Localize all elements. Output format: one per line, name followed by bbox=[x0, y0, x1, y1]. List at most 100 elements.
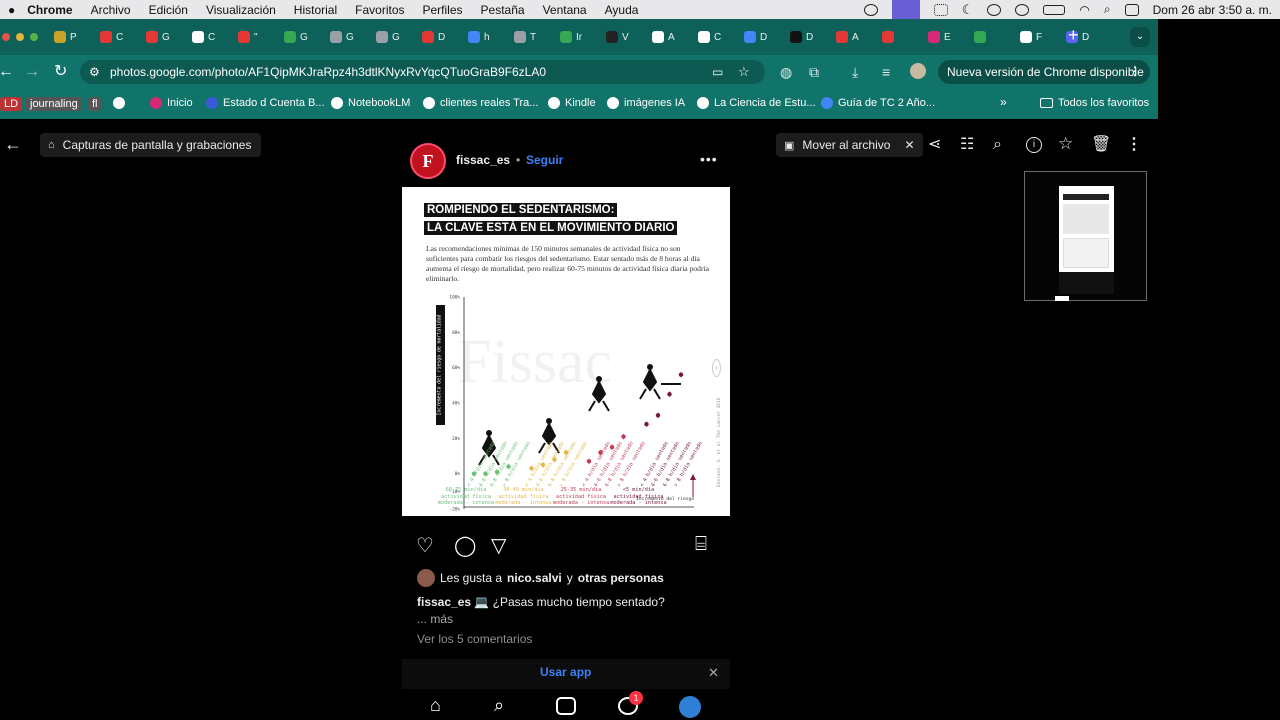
browser-tab[interactable]: G bbox=[330, 27, 354, 47]
browser-tab[interactable]: V bbox=[606, 27, 629, 47]
browser-tab[interactable]: E bbox=[928, 27, 951, 47]
trash-icon[interactable]: 🗑 bbox=[1091, 137, 1111, 153]
browser-tab[interactable]: h bbox=[468, 27, 490, 47]
menu-perfiles[interactable]: Perfiles bbox=[423, 3, 463, 17]
minimize-window-icon[interactable] bbox=[16, 33, 24, 41]
chrome-update-button[interactable]: Nueva versión de Chrome disponible ⋮ bbox=[938, 60, 1150, 84]
search-icon[interactable]: ⌕ bbox=[1104, 2, 1111, 17]
bookmark-item[interactable]: Estado d Cuenta B... bbox=[206, 97, 325, 109]
share-icon[interactable]: ⋖ bbox=[928, 137, 941, 153]
openai-icon[interactable] bbox=[863, 3, 878, 16]
zoom-window-icon[interactable] bbox=[30, 33, 38, 41]
all-bookmarks-folder[interactable]: Todos los favoritos bbox=[1040, 97, 1149, 109]
more-options-icon[interactable]: ⋮ bbox=[1126, 137, 1142, 153]
browser-tab[interactable]: A bbox=[652, 27, 675, 47]
bookmark-item[interactable]: LD bbox=[0, 97, 23, 111]
bookmark-item[interactable]: La Ciencia de Estu... bbox=[697, 97, 816, 109]
browser-tab[interactable]: G bbox=[284, 27, 308, 47]
browser-tab[interactable]: A bbox=[836, 27, 859, 47]
kebab-menu-icon[interactable]: ⋮ bbox=[1129, 64, 1141, 78]
browser-tab[interactable]: C bbox=[100, 27, 123, 47]
menu-archivo[interactable]: Archivo bbox=[91, 3, 131, 17]
bookmark-item[interactable]: clientes reales Tra... bbox=[423, 97, 538, 109]
post-username[interactable]: fissac_es bbox=[456, 153, 510, 167]
favorite-star-icon[interactable]: ☆ bbox=[1058, 135, 1073, 152]
use-app-link[interactable]: Usar app bbox=[540, 665, 591, 679]
wifi-icon[interactable]: ◠ bbox=[1079, 3, 1089, 17]
menu-favoritos[interactable]: Favoritos bbox=[355, 3, 404, 17]
bookmark-item[interactable]: fl bbox=[88, 97, 102, 111]
menu-ventana[interactable]: Ventana bbox=[543, 3, 587, 17]
download-icon[interactable]: ⤓ bbox=[852, 64, 858, 80]
bookmark-item[interactable]: journaling bbox=[26, 97, 82, 111]
likes-others[interactable]: otras personas bbox=[578, 571, 664, 585]
moon-icon[interactable]: ☾ bbox=[962, 2, 974, 18]
post-avatar[interactable]: F bbox=[410, 143, 446, 179]
archive-close-icon[interactable]: ✕ bbox=[904, 138, 914, 152]
apple-icon[interactable]: ● bbox=[8, 3, 15, 17]
menu-historial[interactable]: Historial bbox=[294, 3, 337, 17]
explore-search-icon[interactable]: ⌕ bbox=[494, 695, 504, 716]
back-icon[interactable]: ← bbox=[0, 64, 14, 80]
use-app-close-icon[interactable]: ✕ bbox=[708, 665, 719, 681]
menu-pestana[interactable]: Pestaña bbox=[481, 3, 525, 17]
browser-tab[interactable]: D bbox=[422, 27, 445, 47]
browser-tab[interactable]: F bbox=[1020, 27, 1042, 47]
play-icon[interactable] bbox=[987, 3, 1002, 16]
site-settings-icon[interactable]: ⚙ bbox=[89, 65, 100, 79]
zoom-icon[interactable]: ⌕ bbox=[993, 137, 1002, 153]
extension-globe-icon[interactable]: ◍ bbox=[780, 64, 792, 80]
like-heart-icon[interactable]: ♡ bbox=[416, 533, 434, 558]
bookmark-item[interactable]: Guía de TC 2 Año... bbox=[821, 97, 935, 109]
browser-tab[interactable]: C bbox=[192, 27, 215, 47]
bookmark-star-icon[interactable]: ☆ bbox=[738, 64, 750, 80]
reels-icon[interactable] bbox=[556, 697, 576, 715]
back-arrow-icon[interactable]: ← bbox=[4, 135, 22, 153]
view-comments-link[interactable]: Ver los 5 comentarios bbox=[417, 632, 532, 646]
caption-user[interactable]: fissac_es bbox=[417, 595, 471, 609]
browser-tab[interactable] bbox=[974, 27, 990, 47]
browser-tab[interactable]: D bbox=[744, 27, 767, 47]
menu-app-name[interactable]: Chrome bbox=[27, 3, 72, 17]
profile-avatar[interactable] bbox=[910, 63, 926, 79]
reload-icon[interactable]: ↻ bbox=[54, 64, 67, 80]
bookmark-item[interactable] bbox=[113, 97, 130, 109]
screen-record-icon[interactable] bbox=[891, 0, 920, 19]
menu-ayuda[interactable]: Ayuda bbox=[605, 3, 639, 17]
menu-visualizacion[interactable]: Visualización bbox=[206, 3, 276, 17]
browser-tab[interactable]: T bbox=[514, 27, 536, 47]
album-chip[interactable]: ⌂ Capturas de pantalla y grabaciones bbox=[40, 133, 262, 157]
bookmark-item[interactable]: Inicio bbox=[150, 97, 193, 109]
tab-search-icon[interactable]: ⌄ bbox=[1130, 27, 1150, 47]
bookmark-item[interactable]: Kindle bbox=[548, 97, 596, 109]
profile-tab-avatar[interactable] bbox=[679, 696, 701, 718]
cast-icon[interactable]: ▭ bbox=[712, 65, 723, 79]
bookmark-item[interactable]: imágenes IA bbox=[607, 97, 685, 109]
menu-edicion[interactable]: Edición bbox=[149, 3, 188, 17]
caption-more[interactable]: ... más bbox=[417, 612, 453, 626]
comment-icon[interactable]: ◯ bbox=[454, 533, 476, 558]
browser-tab[interactable] bbox=[882, 27, 898, 47]
browser-tab[interactable]: C bbox=[698, 27, 721, 47]
forward-icon[interactable]: → bbox=[24, 64, 40, 80]
extensions-puzzle-icon[interactable]: ⧉ bbox=[809, 64, 819, 80]
browser-tab[interactable]: G bbox=[146, 27, 170, 47]
browser-tab[interactable]: D bbox=[790, 27, 813, 47]
home-icon[interactable]: ⌂ bbox=[430, 695, 441, 716]
address-bar[interactable]: ⚙ photos.google.com/photo/AF1QipMKJraRpz… bbox=[80, 60, 765, 84]
battery-icon[interactable] bbox=[1043, 4, 1066, 15]
siri-icon[interactable] bbox=[1124, 3, 1139, 16]
close-window-icon[interactable] bbox=[2, 33, 10, 41]
bookmark-item[interactable]: NotebookLM bbox=[331, 97, 410, 109]
clock-icon[interactable] bbox=[1015, 3, 1030, 16]
post-options-icon[interactable]: ••• bbox=[700, 151, 718, 167]
new-tab-icon[interactable]: + bbox=[1068, 25, 1079, 46]
bookmarks-overflow-icon[interactable]: » bbox=[1000, 95, 1007, 109]
likes-user[interactable]: nico.salvi bbox=[507, 571, 562, 585]
browser-tab[interactable]: " bbox=[238, 27, 258, 47]
filmstrip-thumbnail[interactable] bbox=[1024, 171, 1147, 301]
archive-banner[interactable]: ▣ Mover al archivo ✕ bbox=[776, 133, 923, 157]
follow-button[interactable]: Seguir bbox=[526, 153, 563, 167]
save-bookmark-icon[interactable]: ⌸ bbox=[695, 533, 707, 556]
browser-tab[interactable]: Ir bbox=[560, 27, 582, 47]
